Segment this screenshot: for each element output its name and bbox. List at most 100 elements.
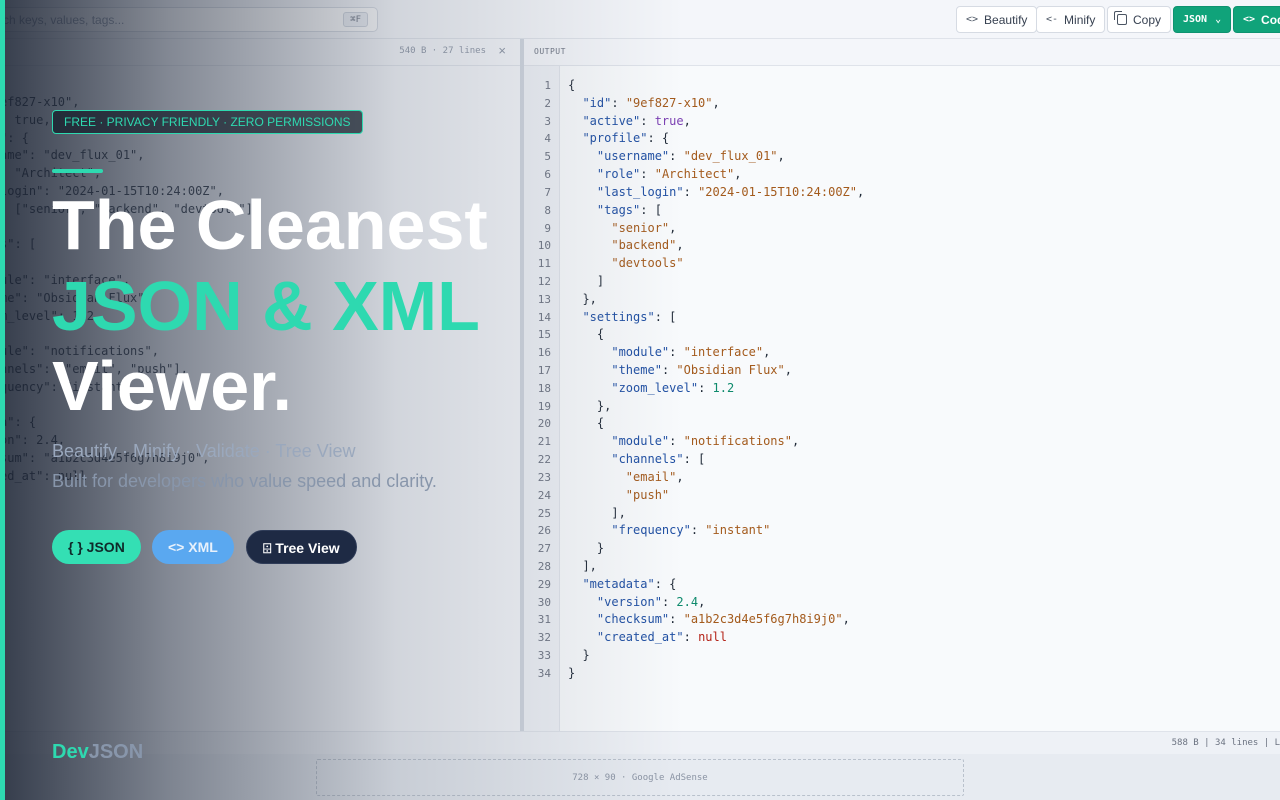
line-number: 25 (537, 506, 551, 520)
code-line: 6 "role": "Architect", (524, 166, 1280, 184)
line-number: 8 (544, 203, 551, 217)
code-token: , (676, 469, 684, 484)
line-number: 23 (537, 470, 551, 484)
line-number: 3 (544, 114, 551, 128)
line-number: 26 (537, 524, 551, 538)
code-line: 4 "profile": { (524, 130, 1280, 148)
code-token: "frequency" (611, 523, 691, 538)
code-content: "version": 2.4, (568, 594, 705, 612)
line-number: 19 (537, 399, 551, 413)
copy-label: Copy (1133, 12, 1162, 27)
code-content: ] (568, 273, 604, 291)
code-content: "created_at": null (568, 629, 727, 647)
code-token: , (791, 434, 800, 449)
line-number: 20 (537, 417, 551, 431)
line-number: 18 (537, 381, 551, 395)
code-token: "theme" (611, 363, 662, 377)
code-token: "9ef827-x10" (625, 95, 713, 110)
code-content: }, (568, 398, 611, 416)
code-token: "active" (582, 113, 641, 128)
code-token: } (568, 648, 590, 662)
code-line: 29 "metadata": { (524, 576, 1280, 594)
cta-tree-view-button[interactable]: ⌹ Tree View (246, 530, 357, 564)
code-content: "senior", (568, 220, 676, 238)
line-number: 11 (537, 257, 551, 271)
code-content: }, (568, 291, 596, 309)
line-number: 12 (537, 274, 551, 288)
line-number: 31 (537, 613, 551, 627)
code-content: "username": "dev_flux_01", (568, 148, 785, 166)
code-token: , (712, 95, 720, 110)
hero-title-line-2: JSON & XML (52, 267, 480, 345)
code-token: "id" (582, 95, 612, 110)
code-token: "senior" (611, 220, 670, 235)
code-token: ] (568, 273, 605, 288)
code-token: : (661, 363, 677, 377)
code-line: 5 "username": "dev_flux_01", (524, 148, 1280, 166)
code-token: : (661, 594, 677, 609)
code-token: , (698, 594, 706, 609)
code-content: "zoom_level": 1.2 (568, 380, 734, 398)
search-input[interactable]: rch keys, values, tags... ⌘F (0, 7, 378, 32)
cta-xml-button[interactable]: <> XML (152, 530, 234, 564)
ad-label: 728 × 90 · Google AdSense (572, 773, 708, 783)
input-code-line: : "Architect", (0, 166, 102, 181)
code-line: 20 { (524, 415, 1280, 433)
code-line: 34} (524, 665, 1280, 683)
input-pane-header: 540 B · 27 lines × (0, 39, 520, 66)
code-line: 11 "devtools" (524, 255, 1280, 273)
code-token: : [ (640, 202, 662, 217)
minify-arrow-icon: <- (1046, 14, 1059, 25)
code-button[interactable]: <> Code (1233, 6, 1280, 33)
minify-button[interactable]: <- Minify (1036, 6, 1106, 33)
brand-logo-part-1: Dev (52, 741, 89, 763)
code-content: "push" (568, 487, 669, 505)
code-token: : (669, 149, 684, 164)
code-content: "checksum": "a1b2c3d4e5f6g7h8i9j0", (568, 611, 850, 629)
code-token: ], (568, 558, 597, 573)
code-content: } (568, 647, 590, 665)
code-token: "devtools" (611, 256, 684, 271)
close-icon[interactable]: × (498, 43, 506, 58)
copy-button[interactable]: Copy (1107, 6, 1172, 33)
code-token: : [ (683, 452, 706, 467)
code-token: : (640, 167, 655, 182)
code-token: , (842, 612, 850, 627)
output-code[interactable]: 1{2 "id": "9ef827-x10", 3 "active": true,… (524, 77, 1280, 683)
code-content: ], (568, 558, 597, 576)
input-code-line: ame": "dev_flux_01", (0, 148, 145, 163)
cta-json-button[interactable]: { } JSON (52, 530, 141, 564)
code-content: { (568, 77, 575, 95)
code-token: : (611, 95, 626, 110)
code-line: 7 "last_login": "2024-01-15T10:24:00Z", (524, 184, 1280, 202)
code-token: "email" (625, 469, 677, 484)
code-brackets-icon: <> (1243, 14, 1256, 25)
code-token: "instant" (705, 523, 771, 538)
line-number: 29 (537, 577, 551, 591)
code-token: }, (568, 398, 612, 413)
minify-label: Minify (1064, 12, 1096, 27)
code-token: "Obsidian Flux" (676, 363, 785, 377)
search-placeholder: rch keys, values, tags... (0, 13, 125, 27)
code-token: : (669, 434, 684, 449)
code-token: "channels" (611, 452, 684, 467)
code-token: , (777, 149, 785, 164)
code-token: { (568, 327, 605, 342)
code-content: "id": "9ef827-x10", (568, 95, 720, 113)
ad-placeholder[interactable]: 728 × 90 · Google AdSense (316, 759, 964, 796)
code-line: 13 }, (524, 291, 1280, 309)
code-line: 25 ], (524, 505, 1280, 523)
beautify-button[interactable]: <> Beautify (956, 6, 1038, 33)
code-token: , (683, 113, 691, 128)
format-select-json[interactable]: JSON ⌄ (1173, 6, 1232, 33)
code-content: "metadata": { (568, 576, 676, 594)
